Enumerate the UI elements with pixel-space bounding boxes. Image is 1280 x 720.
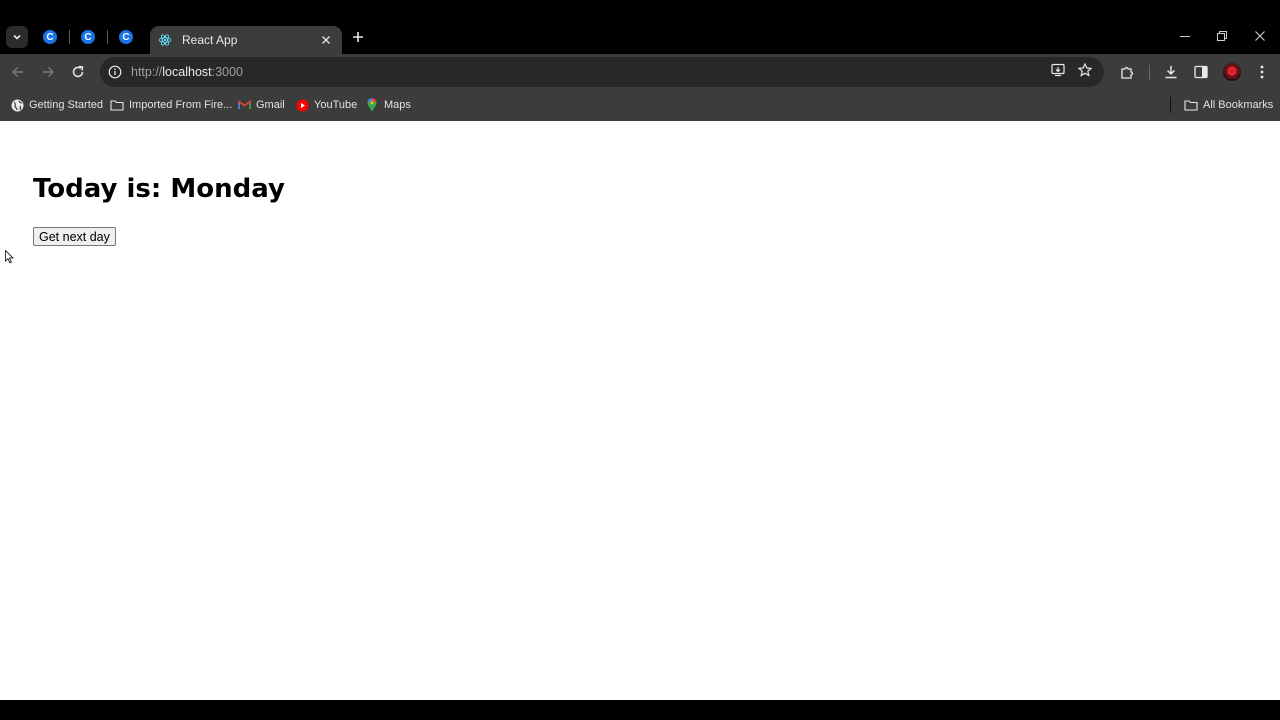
- arrow-right-icon: [43, 67, 54, 77]
- back-button[interactable]: [7, 61, 29, 83]
- page-title: Today is: Monday: [33, 174, 285, 204]
- chevron-down-icon: [13, 34, 21, 40]
- forward-button[interactable]: [37, 61, 59, 83]
- new-tab-button[interactable]: [348, 28, 368, 46]
- bookmark-label: Getting Started: [29, 99, 103, 111]
- youtube-icon: [295, 98, 309, 112]
- taskbar-strip: [0, 700, 1280, 720]
- tab-favicon: C: [43, 30, 57, 44]
- extensions-button[interactable]: [1116, 61, 1138, 83]
- all-bookmarks-button[interactable]: All Bookmarks: [1184, 97, 1273, 113]
- install-app-button[interactable]: [1049, 61, 1067, 79]
- tab-pinned-1[interactable]: C: [32, 28, 68, 46]
- profile-avatar[interactable]: [1223, 63, 1241, 81]
- bookmark-getting-started[interactable]: Getting Started: [10, 97, 103, 113]
- restore-icon: [1217, 31, 1227, 41]
- downloads-button[interactable]: [1160, 61, 1182, 83]
- bookmark-gmail[interactable]: Gmail: [237, 97, 285, 113]
- reload-button[interactable]: [67, 61, 89, 83]
- install-app-icon: [1050, 63, 1065, 77]
- bookmark-youtube[interactable]: YouTube: [295, 97, 357, 113]
- react-logo-icon: [158, 34, 172, 46]
- reload-icon: [72, 65, 84, 78]
- all-bookmarks-label: All Bookmarks: [1203, 99, 1274, 111]
- tab-active[interactable]: React App: [150, 26, 342, 54]
- tab-title: React App: [182, 33, 238, 47]
- tab-close-button[interactable]: [318, 32, 334, 48]
- url-text[interactable]: http://localhost:3000: [131, 65, 243, 79]
- bookmark-label: Maps: [384, 99, 411, 111]
- tab-search-button[interactable]: [6, 26, 28, 48]
- menu-button[interactable]: [1251, 61, 1273, 83]
- download-icon: [1165, 66, 1177, 79]
- bookmarks-bar: Getting Started Imported From Fire... Gm…: [0, 90, 1280, 121]
- restore-button[interactable]: [1207, 26, 1237, 46]
- url-port: :3000: [211, 65, 243, 79]
- globe-icon: [10, 98, 24, 112]
- minimize-button[interactable]: [1170, 26, 1200, 46]
- side-panel-button[interactable]: [1190, 61, 1212, 83]
- side-panel-icon: [1194, 65, 1208, 79]
- browser-toolbar: http://localhost:3000: [0, 54, 1280, 90]
- mouse-cursor-icon: [5, 250, 14, 264]
- folder-icon: [110, 98, 124, 112]
- tab-pinned-3[interactable]: C: [108, 28, 144, 46]
- plus-icon: [353, 32, 363, 42]
- folder-icon: [1184, 98, 1198, 112]
- puzzle-icon: [1120, 66, 1133, 79]
- gmail-icon: [237, 98, 251, 112]
- page-viewport: Today is: Monday Get next day: [0, 121, 1280, 700]
- info-icon[interactable]: [108, 65, 122, 79]
- bookmark-label: Imported From Fire...: [129, 99, 233, 111]
- bookmark-star-button[interactable]: [1076, 61, 1094, 79]
- tab-strip: C C C React App: [0, 0, 1280, 54]
- bookmark-maps[interactable]: Maps: [365, 97, 411, 113]
- kebab-menu-icon: [1260, 65, 1264, 79]
- url-scheme: http://: [131, 65, 163, 79]
- get-next-day-button[interactable]: Get next day: [33, 227, 116, 246]
- bookmark-label: YouTube: [314, 99, 358, 111]
- arrow-left-icon: [12, 67, 23, 77]
- bookmark-label: Gmail: [256, 99, 285, 111]
- tab-favicon: C: [119, 30, 133, 44]
- tab-pinned-2[interactable]: C: [70, 28, 106, 46]
- window-close-button[interactable]: [1245, 26, 1275, 46]
- star-icon: [1078, 63, 1092, 77]
- close-icon: [1255, 31, 1265, 41]
- maps-pin-icon: [365, 98, 379, 112]
- bookmark-imported-folder[interactable]: Imported From Fire...: [110, 97, 232, 113]
- tab-favicon: C: [81, 30, 95, 44]
- minimize-icon: [1180, 36, 1190, 37]
- url-host: localhost: [162, 65, 212, 79]
- bookmarks-separator: [1170, 97, 1171, 113]
- close-icon: [322, 36, 330, 44]
- toolbar-divider: [1149, 65, 1150, 80]
- address-bar[interactable]: http://localhost:3000: [100, 57, 1104, 87]
